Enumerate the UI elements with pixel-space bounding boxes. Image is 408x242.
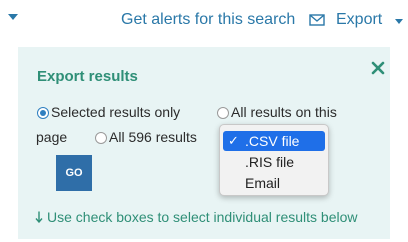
mail-icon[interactable]	[309, 12, 325, 28]
go-button[interactable]: GO	[56, 155, 92, 191]
hint-text: Use check boxes to select individual res…	[47, 209, 358, 225]
checkmark-icon: ✓	[228, 133, 239, 148]
radio-all-results[interactable]	[95, 132, 107, 144]
close-icon[interactable]	[371, 61, 385, 75]
export-format-dropdown: ✓ .CSV file .RIS file Email	[219, 124, 329, 196]
hint-row: Use check boxes to select individual res…	[35, 209, 358, 226]
selected-results-only-label[interactable]: Selected results only	[51, 104, 180, 121]
export-panel-title: Export results	[37, 68, 138, 85]
radio-all-results-on-page[interactable]	[217, 107, 229, 119]
all-results-on-page-label[interactable]: All results on this	[231, 104, 337, 121]
export-menu-button[interactable]: Export	[336, 10, 382, 30]
all-results-on-page-label-cont[interactable]: page	[36, 129, 67, 146]
radio-selected-results-only[interactable]	[37, 107, 49, 119]
collapse-arrow-icon[interactable]	[8, 14, 18, 20]
format-option-email-label: Email	[245, 175, 281, 191]
export-panel: Export results Selected results only All…	[18, 47, 390, 239]
format-option-csv-label: .CSV file	[245, 133, 300, 149]
format-option-ris[interactable]: .RIS file	[223, 152, 325, 172]
format-option-csv[interactable]: ✓ .CSV file	[223, 131, 325, 151]
get-alerts-link[interactable]: Get alerts for this search	[121, 10, 295, 30]
results-toolbar: Get alerts for this search Export	[0, 0, 408, 44]
format-option-ris-label: .RIS file	[245, 154, 295, 170]
arrow-down-icon	[35, 211, 43, 223]
chevron-down-icon[interactable]	[395, 19, 403, 24]
format-option-email[interactable]: Email	[223, 173, 325, 193]
all-results-label[interactable]: All 596 results	[109, 129, 197, 146]
